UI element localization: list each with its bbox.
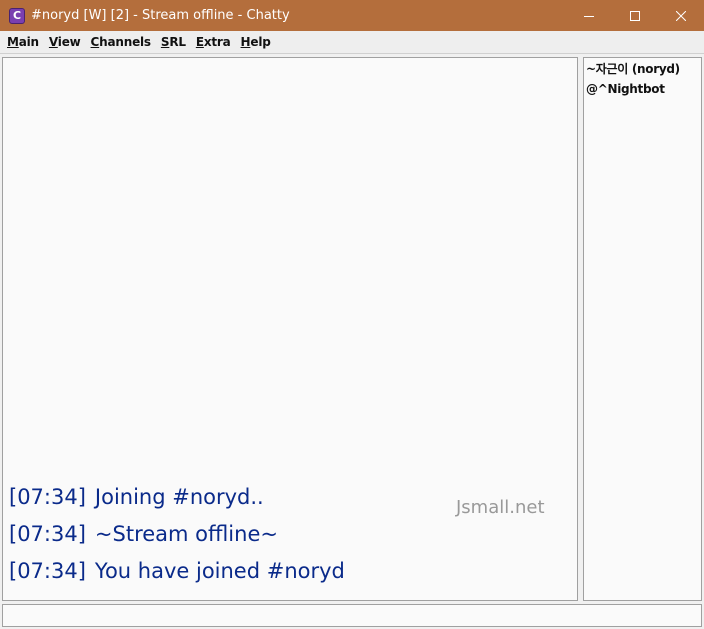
menu-channels[interactable]: Channels	[86, 35, 156, 49]
message-text: Joining #noryd..	[94, 485, 264, 509]
menu-help[interactable]: Help	[236, 35, 276, 49]
message-timestamp: [07:34]	[9, 559, 86, 583]
window-controls	[566, 0, 704, 31]
chat-message: [07:34] You have joined #noryd	[9, 553, 345, 590]
menu-bar: Main View Channels SRL Extra Help	[0, 31, 704, 54]
menu-view[interactable]: View	[44, 35, 86, 49]
user-list[interactable]: ~자근이 (noryd) @^Nightbot	[583, 57, 702, 601]
menu-channels-label: hannels	[99, 35, 151, 49]
message-timestamp: [07:34]	[9, 522, 86, 546]
maximize-icon	[630, 10, 640, 21]
close-icon	[676, 10, 686, 21]
window-title: #noryd [W] [2] - Stream offline - Chatty	[31, 8, 290, 23]
menu-help-label: elp	[250, 35, 271, 49]
maximize-button[interactable]	[612, 0, 658, 31]
menu-main-label: ain	[18, 35, 39, 49]
message-text: ~Stream offline~	[94, 522, 278, 546]
chat-message: [07:34] ~Stream offline~	[9, 516, 345, 553]
chatty-app-icon[interactable]: C	[9, 7, 25, 24]
chat-log[interactable]: [07:34] Joining #noryd.. [07:34] ~Stream o…	[2, 57, 578, 601]
chat-message: [07:34] Joining #noryd..	[9, 479, 345, 516]
menu-main-mnemonic: M	[7, 35, 19, 49]
menu-help-mnemonic: H	[240, 35, 251, 49]
message-timestamp: [07:34]	[9, 485, 86, 509]
title-bar[interactable]: C #noryd [W] [2] - Stream offline - Chat…	[0, 0, 704, 31]
menu-extra[interactable]: Extra	[191, 35, 236, 49]
menu-view-mnemonic: V	[48, 35, 58, 49]
menu-srl[interactable]: SRL	[156, 35, 191, 49]
message-text: You have joined #noryd	[94, 559, 345, 583]
menu-extra-label: xtra	[203, 35, 231, 49]
minimize-icon	[584, 15, 594, 17]
user-list-item[interactable]: @^Nightbot	[586, 80, 701, 100]
menu-view-label: iew	[57, 35, 81, 49]
menu-extra-mnemonic: E	[195, 35, 204, 49]
menu-srl-label: RL	[169, 35, 186, 49]
minimize-button[interactable]	[566, 0, 612, 31]
menu-main[interactable]: Main	[2, 35, 44, 49]
user-list-item[interactable]: ~자근이 (noryd)	[586, 60, 701, 80]
watermark: Jsmall.net	[456, 497, 545, 518]
close-button[interactable]	[658, 0, 704, 31]
menu-channels-mnemonic: C	[90, 35, 100, 49]
chat-messages: [07:34] Joining #noryd.. [07:34] ~Stream o…	[9, 479, 345, 590]
chat-input[interactable]	[2, 604, 702, 627]
